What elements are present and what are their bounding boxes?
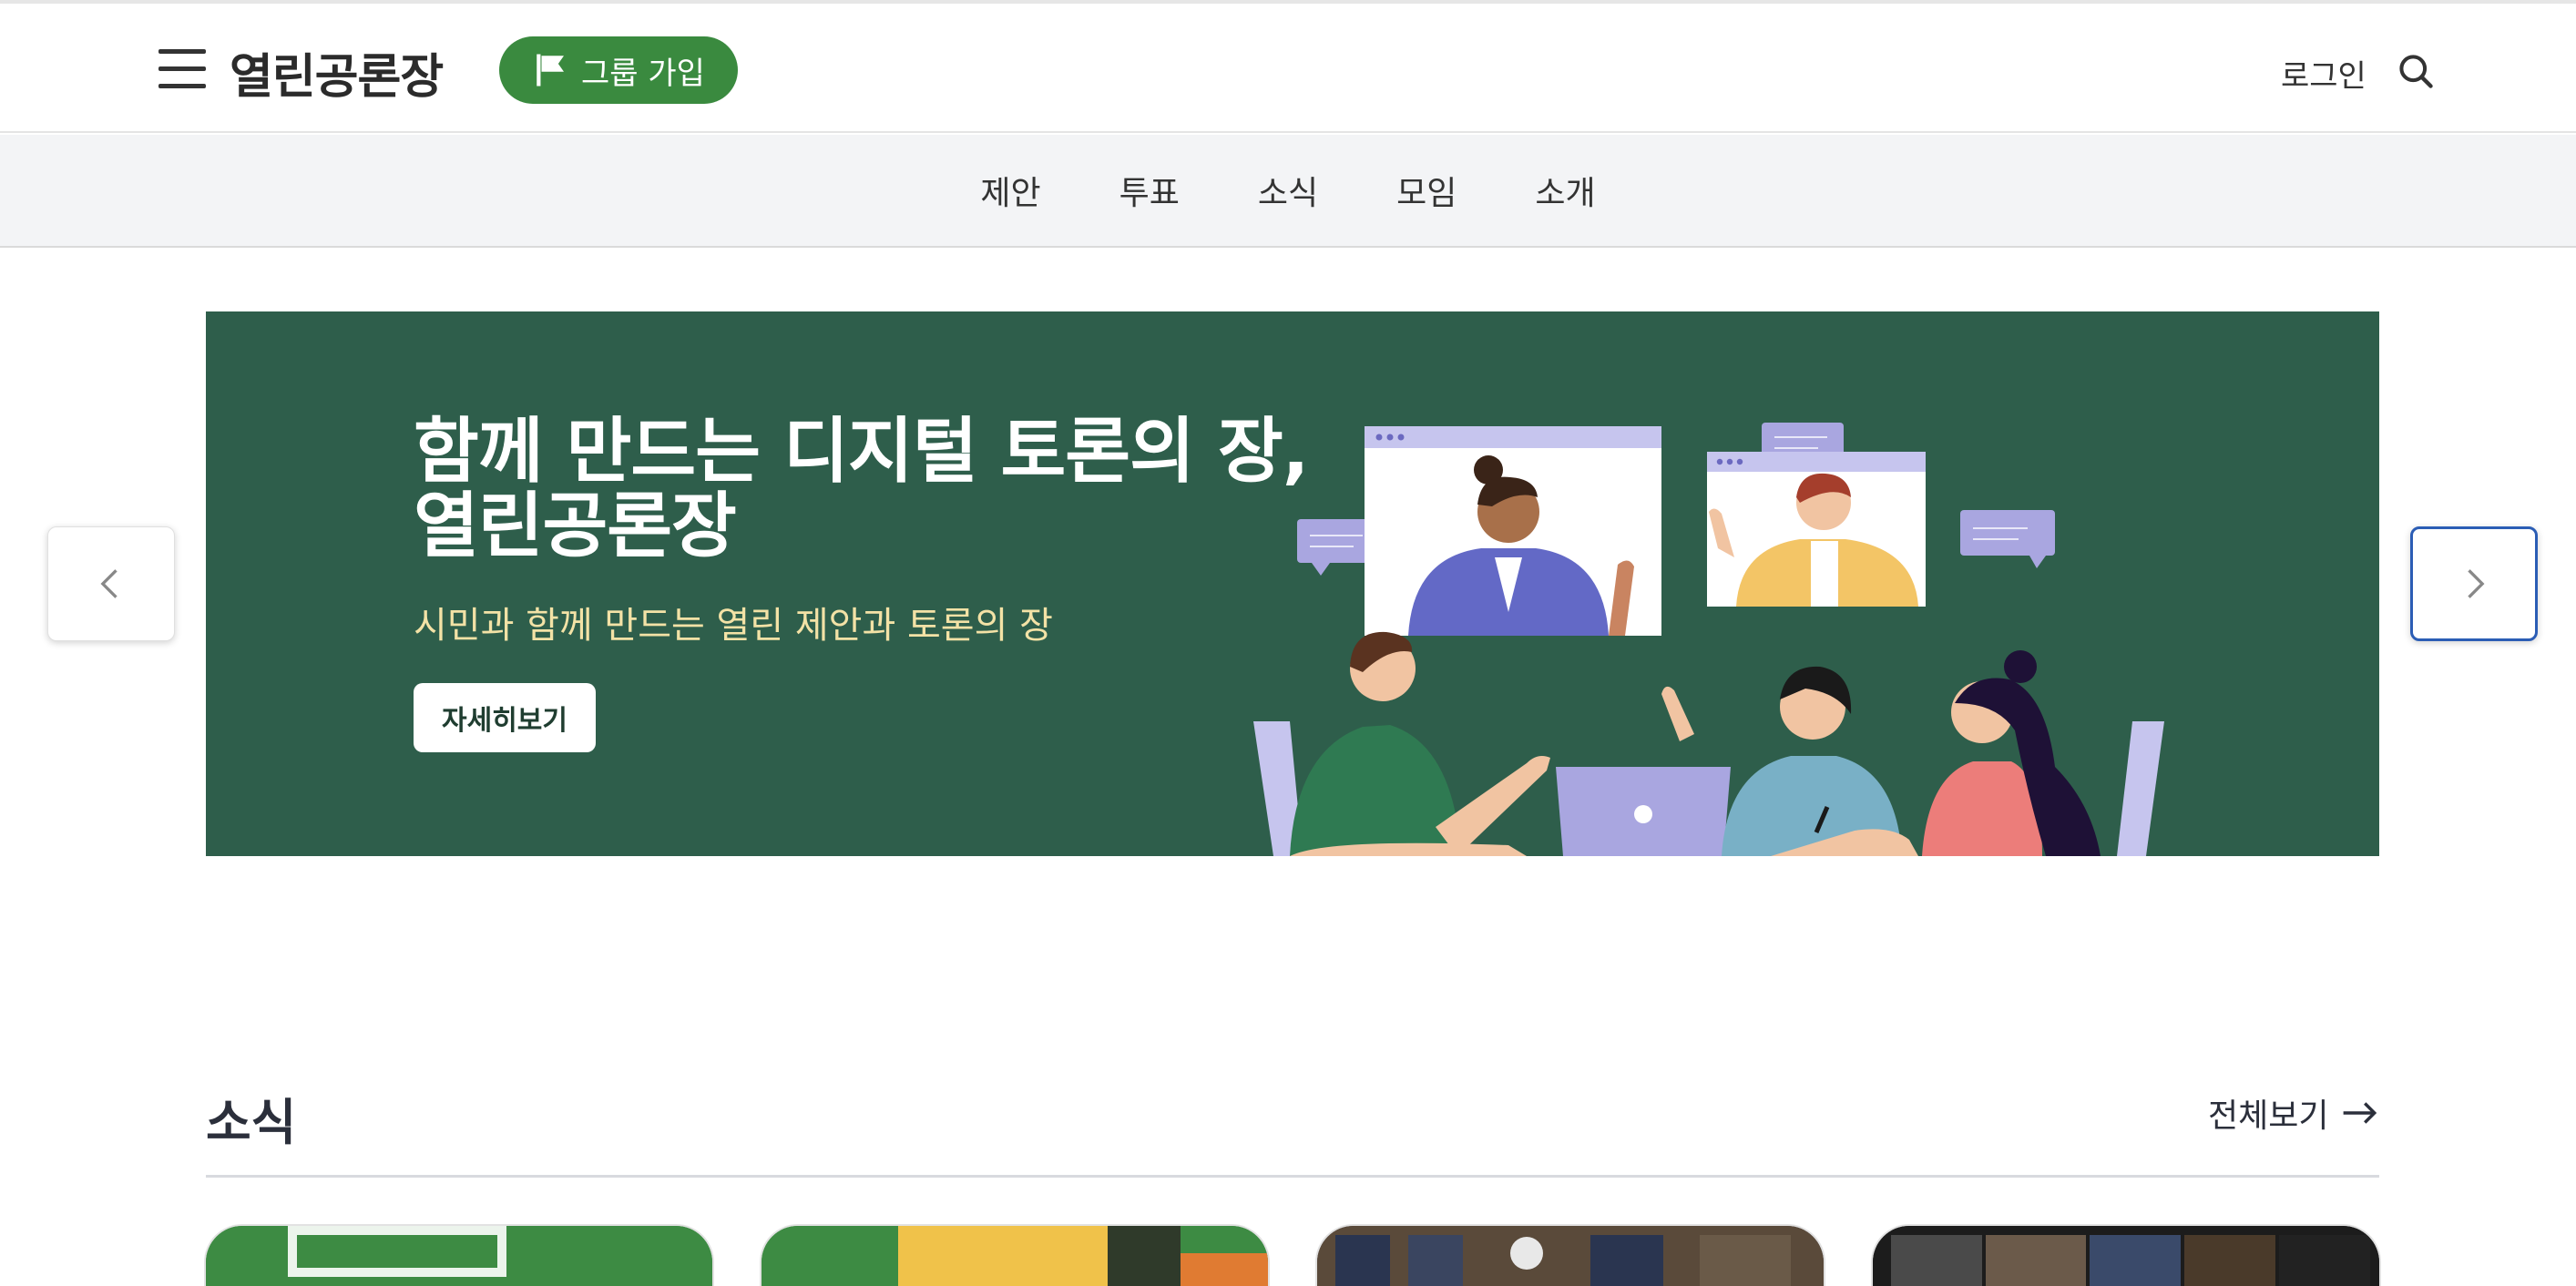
nav-item-proposal[interactable]: 제안 bbox=[980, 167, 1040, 214]
news-card[interactable] bbox=[1873, 1226, 2379, 1286]
search-icon[interactable] bbox=[2396, 51, 2436, 91]
login-link[interactable]: 로그인 bbox=[2281, 51, 2366, 96]
chevron-right-icon bbox=[2468, 569, 2485, 598]
news-card-thumbnail bbox=[762, 1226, 1268, 1286]
news-card[interactable] bbox=[1317, 1226, 1824, 1286]
section-divider bbox=[206, 1175, 2379, 1178]
arrow-right-icon bbox=[2344, 1102, 2377, 1124]
meeting-illustration bbox=[1253, 423, 2164, 856]
site-header: 열린공론장 그룹 가입 로그인 bbox=[0, 4, 2576, 133]
brand-logo[interactable]: 열린공론장 bbox=[230, 38, 444, 107]
join-group-button[interactable]: 그룹 가입 bbox=[499, 36, 738, 104]
news-card-thumbnail bbox=[206, 1226, 712, 1286]
see-all-link[interactable]: 전체보기 bbox=[2208, 1089, 2379, 1137]
carousel-next-button[interactable] bbox=[2410, 526, 2538, 641]
carousel-prev-button[interactable] bbox=[47, 526, 175, 641]
hero-detail-button[interactable]: 자세히보기 bbox=[414, 683, 596, 752]
nav-item-news[interactable]: 소식 bbox=[1258, 167, 1318, 214]
hero-title-line2: 열린공론장 bbox=[414, 485, 737, 567]
news-card[interactable] bbox=[206, 1226, 712, 1286]
chevron-left-icon bbox=[100, 569, 118, 598]
news-section-title: 소식 bbox=[206, 1094, 297, 1151]
see-all-label: 전체보기 bbox=[2208, 1097, 2329, 1135]
news-card-thumbnail bbox=[1873, 1226, 2379, 1286]
hero-banner: 함께 만드는 디지털 토론의 장, 열린공론장 시민과 함께 만드는 열린 제안… bbox=[206, 311, 2379, 856]
hero-title: 함께 만드는 디지털 토론의 장, 열린공론장 bbox=[414, 411, 1324, 567]
hero-title-line1: 함께 만드는 디지털 토론의 장, bbox=[414, 411, 1309, 493]
news-card-thumbnail bbox=[1317, 1226, 1824, 1286]
hamburger-menu-icon[interactable] bbox=[158, 49, 206, 89]
join-group-label: 그룹 가입 bbox=[581, 55, 705, 92]
main-nav: 제안 투표 소식 모임 소개 bbox=[0, 135, 2576, 248]
nav-item-vote[interactable]: 투표 bbox=[1119, 167, 1180, 214]
flag-icon bbox=[537, 54, 565, 87]
nav-item-about[interactable]: 소개 bbox=[1535, 167, 1595, 214]
news-card[interactable] bbox=[762, 1226, 1268, 1286]
nav-item-meeting[interactable]: 모임 bbox=[1396, 167, 1457, 214]
hero-subtitle: 시민과 함께 만드는 열린 제안과 토론의 장 bbox=[414, 605, 1053, 647]
